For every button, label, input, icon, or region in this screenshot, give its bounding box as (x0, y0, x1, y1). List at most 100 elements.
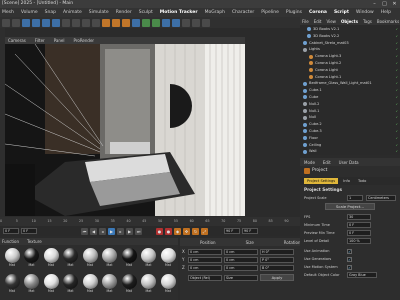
rotation-field[interactable]: P 0° (260, 256, 294, 263)
object-row[interactable]: Cube.2 ✓ (300, 121, 400, 128)
position-field[interactable]: 0 cm (188, 256, 222, 263)
array-icon[interactable] (162, 18, 170, 27)
object-row[interactable]: Null ✓ (300, 114, 400, 121)
rotation-field[interactable]: B 0° (260, 264, 294, 271)
material-swatch[interactable]: Mat (62, 274, 80, 293)
viewport-menu-panel[interactable]: Panel (54, 38, 65, 43)
visibility-toggle-icon[interactable]: ✓ (395, 46, 398, 53)
go-to-start-icon[interactable]: ⏮ (81, 227, 88, 235)
object-row[interactable]: Floor ✓ (300, 135, 400, 142)
project-scale-field[interactable]: 1 (347, 195, 363, 201)
project-scale-unit[interactable]: Centimeters (366, 195, 396, 201)
visibility-toggle-icon[interactable]: ✓ (395, 128, 398, 135)
coordinate-system-icon[interactable] (92, 18, 100, 27)
deformer-icon[interactable] (172, 18, 180, 27)
menu-mograph[interactable]: MoGraph (205, 10, 225, 15)
visibility-toggle-icon[interactable]: ✓ (395, 60, 398, 67)
viewport-menu-filter[interactable]: Filter (35, 38, 45, 43)
z-axis-icon[interactable] (82, 18, 90, 27)
object-row[interactable]: Null.2 ✓ (300, 101, 400, 108)
live-select-icon[interactable] (22, 18, 30, 27)
object-row[interactable]: Corona Light.3 ✓ (300, 53, 400, 60)
visibility-toggle-icon[interactable]: ✓ (395, 74, 398, 81)
size-field[interactable]: 0 cm (224, 248, 258, 255)
object-row[interactable]: Cabinet_Strela_mat03 ✓ (300, 40, 400, 47)
visibility-toggle-icon[interactable]: ✓ (395, 33, 398, 40)
default-color-select[interactable]: Gray Blue (347, 272, 377, 278)
visibility-toggle-icon[interactable]: ✓ (395, 94, 398, 101)
object-row[interactable]: Corona Light ✓ (300, 67, 400, 74)
record-icon[interactable]: ● (156, 227, 163, 235)
menu-plugins[interactable]: Plugins (286, 10, 302, 15)
material-swatch[interactable]: Mat (140, 248, 158, 267)
menu-pipeline[interactable]: Pipeline (261, 10, 279, 15)
rotation-key-icon[interactable]: ↻ (192, 227, 199, 235)
material-swatch[interactable]: Mat (81, 274, 99, 293)
object-row[interactable]: Corona Light.1 ✓ (300, 74, 400, 81)
menu-help[interactable]: Help (381, 10, 391, 15)
tab-info[interactable]: Info (340, 178, 353, 184)
menu-corona[interactable]: Corona (309, 10, 327, 15)
object-row[interactable]: Cube.1 ✓ (300, 87, 400, 94)
floor-icon[interactable] (182, 18, 190, 27)
material-swatch[interactable]: Mat (159, 274, 177, 293)
visibility-toggle-icon[interactable]: ✓ (395, 80, 398, 87)
object-row[interactable]: Bedframe_Glass_Wall_Light_mat01 ✓ (300, 80, 400, 87)
object-row[interactable]: Cube.3 ✓ (300, 128, 400, 135)
attribute-menu-edit[interactable]: Edit (323, 160, 331, 165)
attribute-checkbox[interactable]: ✓ (347, 264, 352, 270)
visibility-toggle-icon[interactable]: ✓ (395, 135, 398, 142)
minimize-icon[interactable]: – (371, 1, 378, 7)
apply-button[interactable]: Apply (260, 274, 294, 281)
scale-project-button[interactable]: Scale Project... (325, 203, 375, 210)
material-swatch[interactable]: Mat (62, 248, 80, 267)
menu-script[interactable]: Script (334, 10, 349, 15)
attribute-checkbox[interactable]: ✓ (347, 248, 352, 254)
size-field[interactable]: 0 cm (224, 264, 258, 271)
end-frame-field[interactable]: 90 F (224, 228, 240, 234)
attribute-checkbox[interactable]: ✓ (347, 256, 352, 262)
material-menu-texture[interactable]: Texture (27, 239, 42, 244)
object-row[interactable]: Corona Light.2 ✓ (300, 60, 400, 67)
object-menu-tags[interactable]: Tags (363, 19, 372, 24)
menu-animate[interactable]: Animate (63, 10, 82, 15)
object-menu-edit[interactable]: Edit (314, 19, 322, 24)
attribute-menu-user-data[interactable]: User Data (339, 160, 359, 165)
3d-viewport[interactable] (5, 44, 245, 216)
render-view-icon[interactable] (102, 18, 110, 27)
material-swatch[interactable]: Mat (120, 248, 138, 267)
material-swatch[interactable]: Mat (81, 248, 99, 267)
object-row[interactable]: 3D Books V2.1 ✓ (300, 26, 400, 33)
subdivision-surface-icon[interactable] (152, 18, 160, 27)
preview-end-field[interactable]: 90 F (242, 228, 258, 234)
visibility-toggle-icon[interactable]: ✓ (395, 142, 398, 149)
menu-snap[interactable]: Snap (45, 10, 56, 15)
material-swatch[interactable]: Mat (42, 274, 60, 293)
menu-volume[interactable]: Volume (21, 10, 38, 15)
object-menu-file[interactable]: File (302, 19, 309, 24)
light-icon[interactable] (202, 18, 210, 27)
previous-key-icon[interactable]: ◀ (90, 227, 97, 235)
material-swatch[interactable]: Mat (23, 274, 41, 293)
spline-pen-icon[interactable] (142, 18, 150, 27)
visibility-toggle-icon[interactable]: ✓ (395, 101, 398, 108)
material-swatch[interactable]: Mat (101, 274, 119, 293)
keyframe-selection-icon[interactable]: ◆ (174, 227, 181, 235)
menu-render[interactable]: Render (116, 10, 132, 15)
visibility-toggle-icon[interactable]: ✓ (395, 53, 398, 60)
tab-project-settings[interactable]: Project Settings (304, 178, 339, 184)
scale-key-icon[interactable]: ⤢ (201, 227, 208, 235)
scale-icon[interactable] (42, 18, 50, 27)
maximize-icon[interactable]: □ (381, 1, 388, 7)
attribute-value-field[interactable]: 0 F (347, 230, 371, 236)
material-swatch[interactable]: Mat (159, 248, 177, 267)
coord-size-select[interactable]: Size (224, 274, 258, 281)
viewport-menu-cameras[interactable]: Cameras (8, 38, 26, 43)
render-picture-viewer-icon[interactable] (112, 18, 120, 27)
visibility-toggle-icon[interactable]: ✓ (395, 40, 398, 47)
menu-simulate[interactable]: Simulate (89, 10, 109, 15)
visibility-toggle-icon[interactable]: ✓ (395, 108, 398, 115)
next-key-icon[interactable]: ▶ (126, 227, 133, 235)
material-menu-function[interactable]: Function (2, 239, 19, 244)
step-forward-icon[interactable]: ▸ (117, 227, 124, 235)
